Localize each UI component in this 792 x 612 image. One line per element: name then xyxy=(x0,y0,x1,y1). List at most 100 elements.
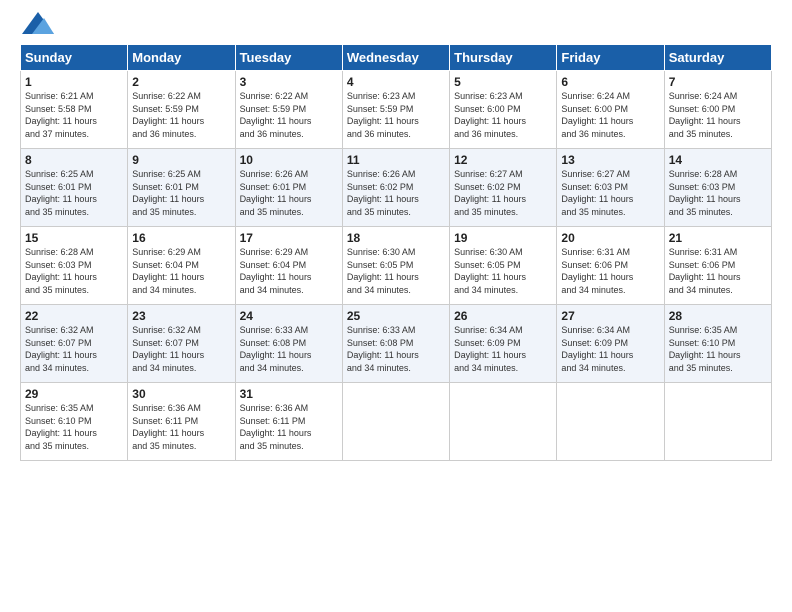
header xyxy=(20,18,772,34)
weekday-header-friday: Friday xyxy=(557,45,664,71)
day-number: 29 xyxy=(25,387,123,401)
day-info: Sunrise: 6:27 AM Sunset: 6:03 PM Dayligh… xyxy=(561,168,659,218)
day-number: 16 xyxy=(132,231,230,245)
day-number: 20 xyxy=(561,231,659,245)
day-info: Sunrise: 6:28 AM Sunset: 6:03 PM Dayligh… xyxy=(669,168,767,218)
day-cell-14: 14Sunrise: 6:28 AM Sunset: 6:03 PM Dayli… xyxy=(664,149,771,227)
day-cell-17: 17Sunrise: 6:29 AM Sunset: 6:04 PM Dayli… xyxy=(235,227,342,305)
day-info: Sunrise: 6:35 AM Sunset: 6:10 PM Dayligh… xyxy=(25,402,123,452)
day-number: 23 xyxy=(132,309,230,323)
day-number: 8 xyxy=(25,153,123,167)
day-cell-12: 12Sunrise: 6:27 AM Sunset: 6:02 PM Dayli… xyxy=(450,149,557,227)
day-info: Sunrise: 6:36 AM Sunset: 6:11 PM Dayligh… xyxy=(132,402,230,452)
day-cell-15: 15Sunrise: 6:28 AM Sunset: 6:03 PM Dayli… xyxy=(21,227,128,305)
day-info: Sunrise: 6:29 AM Sunset: 6:04 PM Dayligh… xyxy=(132,246,230,296)
weekday-header-monday: Monday xyxy=(128,45,235,71)
day-cell-19: 19Sunrise: 6:30 AM Sunset: 6:05 PM Dayli… xyxy=(450,227,557,305)
page: SundayMondayTuesdayWednesdayThursdayFrid… xyxy=(0,0,792,612)
day-cell-3: 3Sunrise: 6:22 AM Sunset: 5:59 PM Daylig… xyxy=(235,71,342,149)
day-info: Sunrise: 6:31 AM Sunset: 6:06 PM Dayligh… xyxy=(561,246,659,296)
day-cell-11: 11Sunrise: 6:26 AM Sunset: 6:02 PM Dayli… xyxy=(342,149,449,227)
week-row-5: 29Sunrise: 6:35 AM Sunset: 6:10 PM Dayli… xyxy=(21,383,772,461)
day-info: Sunrise: 6:27 AM Sunset: 6:02 PM Dayligh… xyxy=(454,168,552,218)
day-cell-16: 16Sunrise: 6:29 AM Sunset: 6:04 PM Dayli… xyxy=(128,227,235,305)
weekday-header-thursday: Thursday xyxy=(450,45,557,71)
day-info: Sunrise: 6:28 AM Sunset: 6:03 PM Dayligh… xyxy=(25,246,123,296)
day-info: Sunrise: 6:32 AM Sunset: 6:07 PM Dayligh… xyxy=(132,324,230,374)
calendar-table: SundayMondayTuesdayWednesdayThursdayFrid… xyxy=(20,44,772,461)
day-number: 18 xyxy=(347,231,445,245)
day-number: 25 xyxy=(347,309,445,323)
day-info: Sunrise: 6:35 AM Sunset: 6:10 PM Dayligh… xyxy=(669,324,767,374)
day-cell-4: 4Sunrise: 6:23 AM Sunset: 5:59 PM Daylig… xyxy=(342,71,449,149)
day-info: Sunrise: 6:24 AM Sunset: 6:00 PM Dayligh… xyxy=(561,90,659,140)
weekday-header-row: SundayMondayTuesdayWednesdayThursdayFrid… xyxy=(21,45,772,71)
weekday-header-wednesday: Wednesday xyxy=(342,45,449,71)
day-number: 14 xyxy=(669,153,767,167)
day-number: 12 xyxy=(454,153,552,167)
day-number: 28 xyxy=(669,309,767,323)
logo xyxy=(20,18,54,34)
day-cell-5: 5Sunrise: 6:23 AM Sunset: 6:00 PM Daylig… xyxy=(450,71,557,149)
day-info: Sunrise: 6:23 AM Sunset: 6:00 PM Dayligh… xyxy=(454,90,552,140)
day-cell-6: 6Sunrise: 6:24 AM Sunset: 6:00 PM Daylig… xyxy=(557,71,664,149)
day-info: Sunrise: 6:22 AM Sunset: 5:59 PM Dayligh… xyxy=(240,90,338,140)
day-info: Sunrise: 6:34 AM Sunset: 6:09 PM Dayligh… xyxy=(454,324,552,374)
day-number: 10 xyxy=(240,153,338,167)
day-number: 13 xyxy=(561,153,659,167)
day-number: 7 xyxy=(669,75,767,89)
day-number: 26 xyxy=(454,309,552,323)
day-cell-21: 21Sunrise: 6:31 AM Sunset: 6:06 PM Dayli… xyxy=(664,227,771,305)
day-number: 27 xyxy=(561,309,659,323)
day-cell-18: 18Sunrise: 6:30 AM Sunset: 6:05 PM Dayli… xyxy=(342,227,449,305)
day-info: Sunrise: 6:29 AM Sunset: 6:04 PM Dayligh… xyxy=(240,246,338,296)
day-info: Sunrise: 6:21 AM Sunset: 5:58 PM Dayligh… xyxy=(25,90,123,140)
day-number: 17 xyxy=(240,231,338,245)
day-info: Sunrise: 6:34 AM Sunset: 6:09 PM Dayligh… xyxy=(561,324,659,374)
day-number: 19 xyxy=(454,231,552,245)
empty-cell xyxy=(664,383,771,461)
week-row-2: 8Sunrise: 6:25 AM Sunset: 6:01 PM Daylig… xyxy=(21,149,772,227)
day-number: 3 xyxy=(240,75,338,89)
day-cell-26: 26Sunrise: 6:34 AM Sunset: 6:09 PM Dayli… xyxy=(450,305,557,383)
day-number: 6 xyxy=(561,75,659,89)
day-number: 22 xyxy=(25,309,123,323)
day-cell-25: 25Sunrise: 6:33 AM Sunset: 6:08 PM Dayli… xyxy=(342,305,449,383)
day-info: Sunrise: 6:26 AM Sunset: 6:02 PM Dayligh… xyxy=(347,168,445,218)
day-cell-9: 9Sunrise: 6:25 AM Sunset: 6:01 PM Daylig… xyxy=(128,149,235,227)
day-info: Sunrise: 6:30 AM Sunset: 6:05 PM Dayligh… xyxy=(347,246,445,296)
day-info: Sunrise: 6:33 AM Sunset: 6:08 PM Dayligh… xyxy=(347,324,445,374)
day-number: 9 xyxy=(132,153,230,167)
day-cell-8: 8Sunrise: 6:25 AM Sunset: 6:01 PM Daylig… xyxy=(21,149,128,227)
day-cell-30: 30Sunrise: 6:36 AM Sunset: 6:11 PM Dayli… xyxy=(128,383,235,461)
day-number: 11 xyxy=(347,153,445,167)
week-row-3: 15Sunrise: 6:28 AM Sunset: 6:03 PM Dayli… xyxy=(21,227,772,305)
day-info: Sunrise: 6:26 AM Sunset: 6:01 PM Dayligh… xyxy=(240,168,338,218)
empty-cell xyxy=(557,383,664,461)
week-row-1: 1Sunrise: 6:21 AM Sunset: 5:58 PM Daylig… xyxy=(21,71,772,149)
day-number: 24 xyxy=(240,309,338,323)
empty-cell xyxy=(342,383,449,461)
day-info: Sunrise: 6:25 AM Sunset: 6:01 PM Dayligh… xyxy=(25,168,123,218)
day-info: Sunrise: 6:33 AM Sunset: 6:08 PM Dayligh… xyxy=(240,324,338,374)
day-number: 2 xyxy=(132,75,230,89)
day-info: Sunrise: 6:24 AM Sunset: 6:00 PM Dayligh… xyxy=(669,90,767,140)
day-info: Sunrise: 6:30 AM Sunset: 6:05 PM Dayligh… xyxy=(454,246,552,296)
day-number: 31 xyxy=(240,387,338,401)
day-cell-24: 24Sunrise: 6:33 AM Sunset: 6:08 PM Dayli… xyxy=(235,305,342,383)
week-row-4: 22 Sunrise: 6:32 AM Sunset: 6:07 PM Dayli… xyxy=(21,305,772,383)
weekday-header-saturday: Saturday xyxy=(664,45,771,71)
day-number: 1 xyxy=(25,75,123,89)
day-cell-10: 10Sunrise: 6:26 AM Sunset: 6:01 PM Dayli… xyxy=(235,149,342,227)
day-info: Sunrise: 6:25 AM Sunset: 6:01 PM Dayligh… xyxy=(132,168,230,218)
day-info: Sunrise: 6:23 AM Sunset: 5:59 PM Dayligh… xyxy=(347,90,445,140)
day-cell-13: 13Sunrise: 6:27 AM Sunset: 6:03 PM Dayli… xyxy=(557,149,664,227)
weekday-header-sunday: Sunday xyxy=(21,45,128,71)
day-cell-1: 1Sunrise: 6:21 AM Sunset: 5:58 PM Daylig… xyxy=(21,71,128,149)
empty-cell xyxy=(450,383,557,461)
day-cell-23: 23Sunrise: 6:32 AM Sunset: 6:07 PM Dayli… xyxy=(128,305,235,383)
day-number: 21 xyxy=(669,231,767,245)
weekday-header-tuesday: Tuesday xyxy=(235,45,342,71)
day-info: Sunrise: 6:22 AM Sunset: 5:59 PM Dayligh… xyxy=(132,90,230,140)
day-cell-31: 31Sunrise: 6:36 AM Sunset: 6:11 PM Dayli… xyxy=(235,383,342,461)
